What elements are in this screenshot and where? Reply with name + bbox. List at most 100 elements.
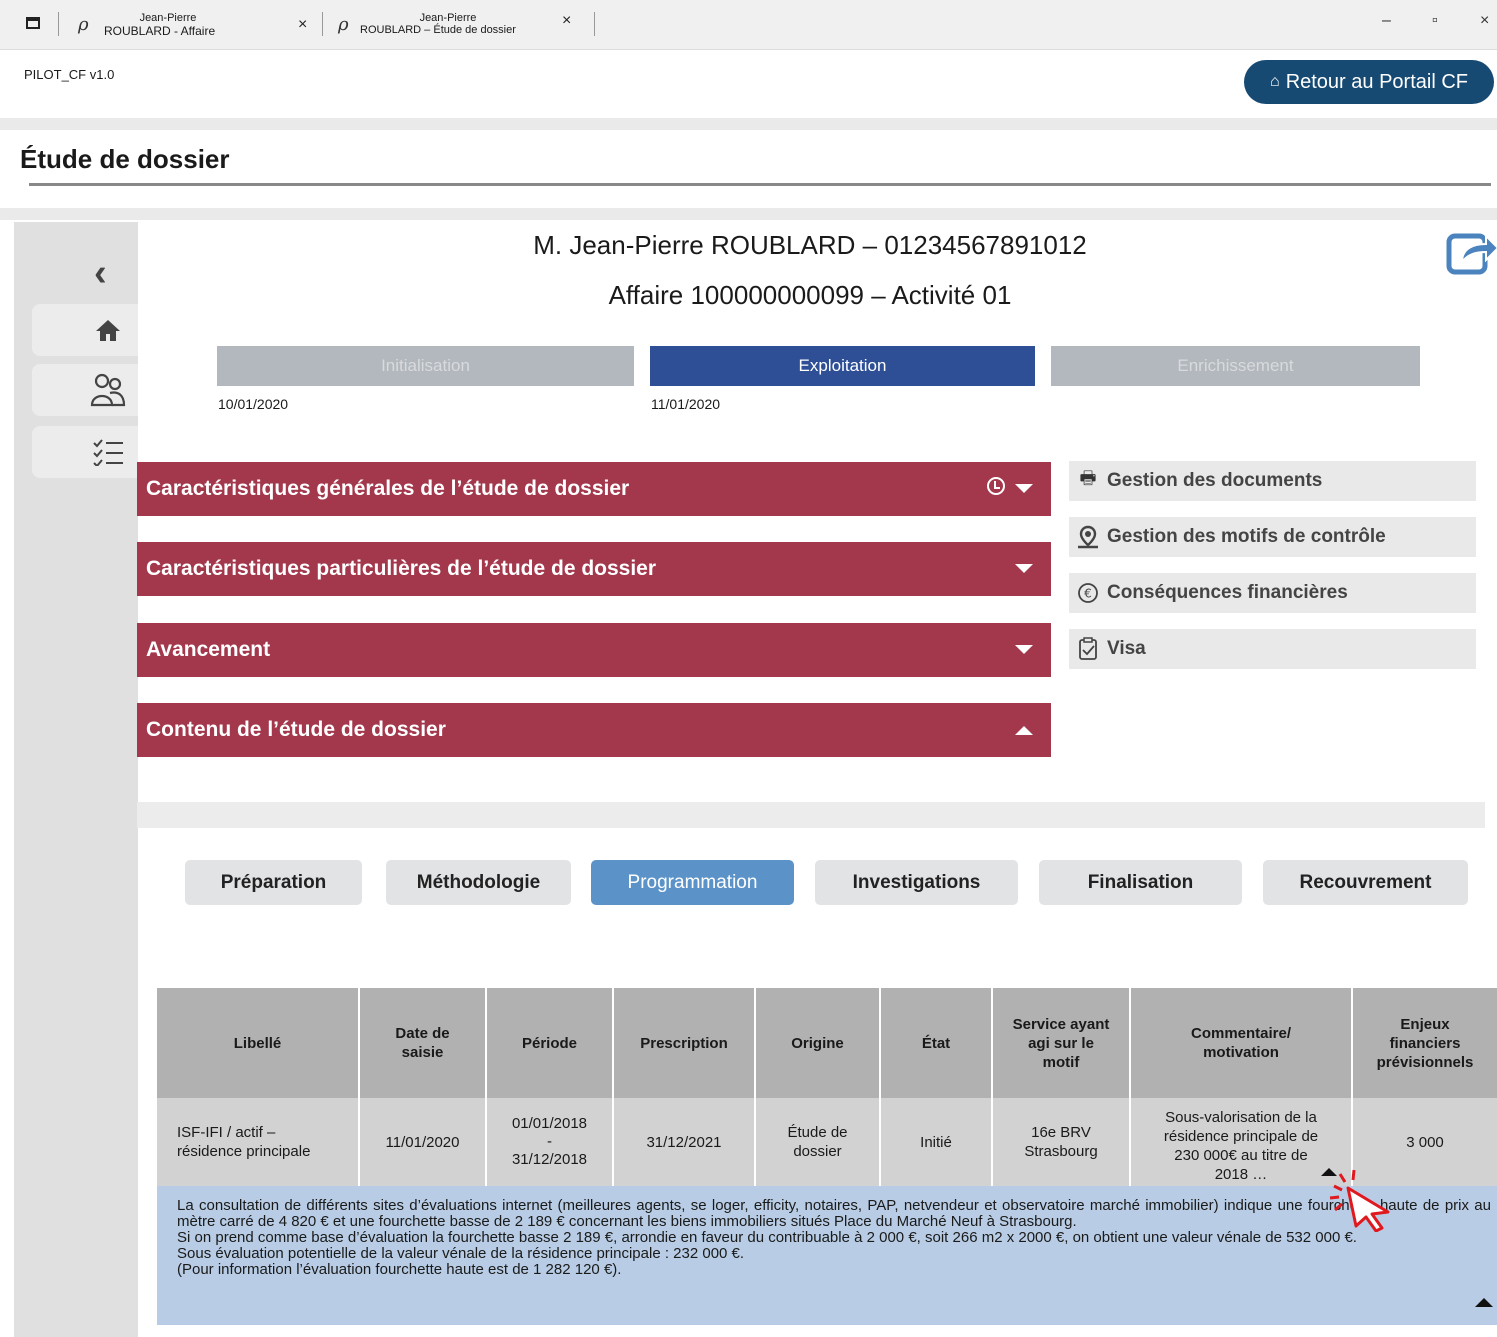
side-item-label: Gestion des documents — [1107, 470, 1323, 491]
step-initialisation[interactable]: Initialisation — [217, 346, 634, 386]
left-sidebar: ‹ — [14, 222, 138, 1337]
col-header-libelle[interactable]: Libellé — [157, 988, 360, 1098]
col-header-prescription[interactable]: Prescription — [614, 988, 756, 1098]
cell-periode: 01/01/2018 - 31/12/2018 — [487, 1098, 614, 1186]
return-portal-button[interactable]: ⌂ Retour au Portail CF — [1244, 60, 1494, 104]
header-separator — [0, 118, 1497, 130]
col-header-enjeux[interactable]: Enjeux financiers prévisionnels — [1353, 988, 1497, 1098]
title-underline — [29, 183, 1491, 186]
cell-date-saisie: 11/01/2020 — [360, 1098, 487, 1186]
col-header-commentaire[interactable]: Commentaire/ motivation — [1131, 988, 1353, 1098]
clipboard-check-icon — [1079, 637, 1097, 660]
tab-separator — [58, 12, 59, 36]
accordion-label: Caractéristiques particulières de l’étud… — [146, 557, 657, 580]
window-close-icon[interactable]: × — [1480, 12, 1489, 30]
periode-debut: 01/01/2018 — [511, 1115, 588, 1132]
sidebar-item-home[interactable] — [32, 304, 138, 356]
side-consequences-financieres[interactable]: € Conséquences financières — [1069, 573, 1476, 613]
sidebar-item-checklist[interactable] — [32, 426, 138, 478]
browser-tab-affaire[interactable]: ρ Jean-Pierre ROUBLARD - Affaire × — [78, 8, 318, 42]
side-visa[interactable]: Visa — [1069, 629, 1476, 669]
app-logo-icon: ρ — [338, 14, 349, 35]
restore-icon[interactable]: ▫ — [1432, 12, 1438, 30]
tab-title-line1: Jean-Pierre — [419, 12, 477, 24]
chevron-down-icon[interactable] — [1015, 564, 1033, 573]
detail-paragraph: La consultation de différents sites d’év… — [177, 1197, 1491, 1230]
cell-etat: Initié — [881, 1098, 993, 1186]
chevron-down-icon[interactable] — [1015, 645, 1033, 654]
app-name: PILOT_CF v1.0 — [24, 67, 115, 82]
comment-detail-panel: La consultation de différents sites d’év… — [157, 1186, 1497, 1325]
minimize-icon[interactable]: – — [1382, 12, 1391, 30]
tab-recouvrement[interactable]: Recouvrement — [1263, 860, 1468, 905]
tab-separator — [594, 12, 595, 36]
step-date-exploitation: 11/01/2020 — [651, 396, 721, 412]
accordion-avancement[interactable]: Avancement — [137, 623, 1051, 677]
cell-prescription: 31/12/2021 — [614, 1098, 756, 1186]
chevron-down-icon[interactable] — [1015, 484, 1033, 493]
clock-icon[interactable] — [987, 477, 1005, 495]
svg-text:€: € — [1084, 587, 1092, 601]
cell-origine: Étude de dossier — [756, 1098, 881, 1186]
share-icon[interactable] — [1446, 228, 1497, 276]
side-item-label: Visa — [1107, 638, 1146, 659]
chevron-up-icon[interactable] — [1015, 726, 1033, 735]
detail-paragraph: (Pour information l’évaluation fourchett… — [177, 1261, 622, 1278]
tab-title-line1: Jean-Pierre — [139, 12, 197, 24]
users-icon — [90, 373, 126, 407]
close-tab-icon[interactable]: × — [562, 12, 571, 30]
side-item-label: Gestion des motifs de contrôle — [1107, 526, 1386, 547]
documents-icon: 🖶 — [1079, 468, 1097, 488]
return-portal-label: Retour au Portail CF — [1285, 70, 1468, 93]
browser-tab-etude[interactable]: ρ Jean-Pierre ROUBLARD – Étude de dossie… — [338, 8, 578, 42]
accordion-label: Contenu de l’étude de dossier — [146, 718, 446, 741]
periode-separator: - — [547, 1133, 552, 1150]
content-divider — [137, 802, 1485, 828]
browser-tab-bar: ρ Jean-Pierre ROUBLARD - Affaire × ρ Jea… — [0, 0, 1497, 50]
col-header-date-saisie[interactable]: Date de saisie — [360, 988, 487, 1098]
tab-methodologie[interactable]: Méthodologie — [386, 860, 571, 905]
euro-cycle-icon: € — [1078, 583, 1098, 603]
detail-paragraph: Si on prend comme base d’évaluation la f… — [177, 1229, 1357, 1246]
checklist-icon — [93, 439, 123, 466]
col-header-origine[interactable]: Origine — [756, 988, 881, 1098]
person-heading: M. Jean-Pierre ROUBLARD – 01234567891012 — [533, 230, 1087, 260]
tab-title-line2: ROUBLARD – Étude de dossier — [360, 24, 516, 36]
accordion-contenu[interactable]: Contenu de l’étude de dossier — [137, 703, 1051, 757]
side-gestion-documents[interactable]: 🖶 Gestion des documents — [1069, 461, 1476, 501]
close-tab-icon[interactable]: × — [298, 16, 307, 34]
tab-preparation[interactable]: Préparation — [185, 860, 362, 905]
collapse-detail-icon[interactable] — [1475, 1298, 1493, 1307]
accordion-label: Avancement — [146, 638, 271, 661]
col-header-etat[interactable]: État — [881, 988, 993, 1098]
home-icon: ⌂ — [1270, 73, 1280, 90]
step-date-initialisation: 10/01/2020 — [218, 396, 289, 412]
periode-fin: 31/12/2018 — [511, 1151, 588, 1168]
tab-separator — [322, 12, 323, 36]
page-title: Étude de dossier — [20, 144, 230, 174]
location-person-icon — [1078, 525, 1098, 549]
window-icon[interactable] — [26, 17, 40, 29]
home-icon — [96, 320, 120, 341]
cell-commentaire: Sous-valorisation de la résidence princi… — [1131, 1098, 1353, 1186]
tab-title-line2: ROUBLARD - Affaire — [104, 24, 216, 38]
col-header-service[interactable]: Service ayant agi sur le motif — [993, 988, 1131, 1098]
accordion-caracteristiques-particulieres[interactable]: Caractéristiques particulières de l’étud… — [137, 542, 1051, 596]
table-row[interactable]: ISF-IFI / actif – résidence principale 1… — [157, 1098, 1497, 1186]
cell-libelle: ISF-IFI / actif – résidence principale — [157, 1098, 360, 1186]
tab-investigations[interactable]: Investigations — [815, 860, 1018, 905]
cell-service: 16e BRV Strasbourg — [993, 1098, 1131, 1186]
side-item-label: Conséquences financières — [1107, 582, 1348, 603]
step-enrichissement[interactable]: Enrichissement — [1051, 346, 1420, 386]
app-logo-icon: ρ — [78, 14, 89, 35]
tab-finalisation[interactable]: Finalisation — [1039, 860, 1242, 905]
accordion-label: Caractéristiques générales de l’étude de… — [146, 477, 630, 500]
section-separator — [0, 208, 1497, 220]
step-exploitation[interactable]: Exploitation — [650, 346, 1035, 386]
tab-programmation[interactable]: Programmation — [591, 860, 794, 905]
side-gestion-motifs[interactable]: Gestion des motifs de contrôle — [1069, 517, 1476, 557]
col-header-periode[interactable]: Période — [487, 988, 614, 1098]
accordion-caracteristiques-generales[interactable]: Caractéristiques générales de l’étude de… — [137, 462, 1051, 516]
sidebar-item-users[interactable] — [32, 364, 138, 416]
collapse-sidebar-icon[interactable]: ‹ — [94, 252, 107, 295]
